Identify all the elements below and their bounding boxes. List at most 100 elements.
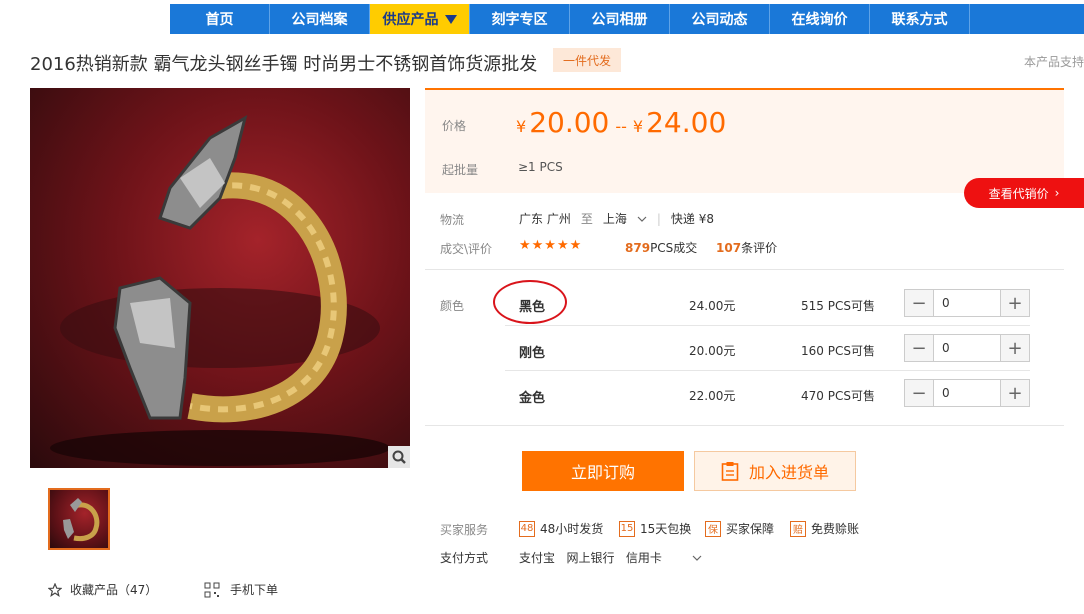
highlight-circle (493, 280, 567, 324)
service-label: 48小时发货 (540, 522, 604, 536)
increment-button[interactable]: + (1001, 290, 1029, 316)
nav-products[interactable]: 供应产品 (370, 4, 470, 34)
currency-symbol: ¥ (516, 117, 527, 136)
price-range: ¥ 20.00 -- ¥ 24.00 (516, 106, 726, 139)
variant-price: 24.00元 (689, 299, 736, 313)
decrement-button[interactable]: − (905, 290, 933, 316)
nav-album[interactable]: 公司相册 (570, 4, 670, 34)
mobile-order-label: 手机下单 (230, 583, 279, 597)
rating-stars: ★★★★★ (519, 238, 583, 253)
quantity-input[interactable]: 0 (933, 290, 1001, 316)
chevron-down-icon (637, 216, 647, 222)
nav-company-profile[interactable]: 公司档案 (270, 4, 370, 34)
reviews-label: 成交\评价 (440, 242, 493, 256)
nav-inquiry[interactable]: 在线询价 (770, 4, 870, 34)
nav-bar: 首页 公司档案 供应产品 刻字专区 公司相册 公司动态 在线询价 联系方式 (170, 4, 1084, 34)
currency-symbol: ¥ (632, 117, 644, 136)
quantity-stepper: − 0 + (904, 289, 1030, 317)
product-thumbnail[interactable] (48, 488, 110, 550)
star-outline-icon (48, 582, 62, 597)
quantity-stepper: − 0 + (904, 334, 1030, 362)
divider (425, 269, 1064, 270)
service-label: 买家保障 (726, 522, 775, 536)
service-buyer-protection: 保买家保障 (705, 520, 774, 537)
product-title: 2016热销新款 霸气龙头钢丝手镯 时尚男士不锈钢首饰货源批发 (30, 54, 538, 75)
price-label: 价格 (442, 119, 467, 133)
qr-code-icon (204, 582, 220, 597)
variant-price: 20.00元 (689, 344, 736, 358)
nav-company-profile-label: 公司档案 (291, 12, 348, 28)
ship-to-word: 至 (580, 212, 593, 226)
chevron-down-icon (692, 555, 702, 561)
zoom-icon[interactable] (388, 446, 410, 468)
price-panel (425, 88, 1064, 193)
variant-stock: 470 PCS可售 (801, 389, 875, 403)
deals-suffix: PCS成交 (650, 241, 698, 255)
service-15day-exchange: 15 15天包换 (619, 520, 691, 537)
decrement-button[interactable]: − (905, 380, 933, 406)
increment-button[interactable]: + (1001, 380, 1029, 406)
view-agent-price-button[interactable]: 查看代销价 › (964, 178, 1084, 208)
clipboard-icon (721, 462, 739, 481)
quantity-input[interactable]: 0 (933, 335, 1001, 361)
nav-inquiry-label: 在线询价 (791, 12, 848, 28)
increment-button[interactable]: + (1001, 335, 1029, 361)
favorite-product[interactable]: 收藏产品（47） (48, 581, 157, 598)
nav-home-label: 首页 (205, 12, 234, 28)
divider (425, 425, 1064, 426)
agent-button-label: 查看代销价 (988, 186, 1049, 201)
bracelet-illustration (50, 114, 390, 466)
nav-news[interactable]: 公司动态 (670, 4, 770, 34)
caret-down-icon (444, 14, 457, 24)
deals-count: 879PCS成交 (625, 239, 697, 256)
nav-engraving-label: 刻字专区 (491, 12, 548, 28)
deals-number: 879 (625, 241, 651, 255)
moq-label: 起批量 (442, 163, 479, 177)
variant-stock: 160 PCS可售 (801, 344, 875, 358)
top-nav: 首页 公司档案 供应产品 刻字专区 公司相册 公司动态 在线询价 联系方式 (0, 0, 1084, 34)
quantity-stepper: − 0 + (904, 379, 1030, 407)
product-main-image[interactable] (30, 88, 410, 468)
review-suffix: 条评价 (741, 241, 778, 255)
add-to-cart-button[interactable]: 加入进货单 (694, 451, 856, 491)
divider (505, 370, 1030, 371)
nav-news-label: 公司动态 (691, 12, 748, 28)
variant-price: 22.00元 (689, 389, 736, 403)
divider (505, 325, 1030, 326)
price-low: 20.00 (529, 106, 610, 139)
price-high: 24.00 (646, 106, 727, 139)
variant-name-gold[interactable]: 金色 (519, 387, 545, 406)
decrement-button[interactable]: − (905, 335, 933, 361)
exchange-15-icon: 15 (619, 520, 635, 537)
nav-contact[interactable]: 联系方式 (870, 4, 970, 34)
order-now-button[interactable]: 立即订购 (522, 451, 684, 491)
variant-stock: 515 PCS可售 (801, 299, 875, 313)
payment-label: 支付方式 (440, 551, 489, 565)
logistics-label: 物流 (440, 213, 465, 227)
review-count[interactable]: 107条评价 (716, 239, 777, 256)
nav-products-label: 供应产品 (382, 12, 439, 28)
price-separator: -- (615, 117, 627, 136)
add-to-cart-label: 加入进货单 (748, 463, 829, 482)
shipping-48h-icon: 48 (519, 520, 535, 537)
nav-home[interactable]: 首页 (170, 4, 270, 34)
support-note: 本产品支持 (1024, 55, 1084, 69)
shield-icon: 保 (705, 520, 721, 537)
ship-to-select[interactable]: 上海 (603, 210, 647, 227)
service-48h-shipping: 48 48小时发货 (519, 520, 603, 537)
divider: | (656, 211, 661, 226)
mobile-order[interactable]: 手机下单 (204, 581, 278, 598)
service-free-credit: 赔免费赊账 (790, 520, 859, 537)
quantity-input[interactable]: 0 (933, 380, 1001, 406)
nav-contact-label: 联系方式 (891, 12, 948, 28)
thumbnail-illustration (63, 498, 100, 542)
variant-name-steel[interactable]: 刚色 (519, 342, 545, 361)
logistics-info: 广东 广州 至 上海 | 快递 ¥8 (519, 210, 714, 227)
color-label: 颜色 (440, 299, 465, 313)
nav-engraving[interactable]: 刻字专区 (470, 4, 570, 34)
express-fee: 快递 ¥8 (670, 212, 714, 226)
service-label: 15天包换 (640, 522, 692, 536)
moq-value: ≥1 PCS (518, 160, 563, 174)
credit-icon: 赔 (790, 520, 806, 537)
payment-methods[interactable]: 支付宝 网上银行 信用卡 (519, 549, 702, 566)
